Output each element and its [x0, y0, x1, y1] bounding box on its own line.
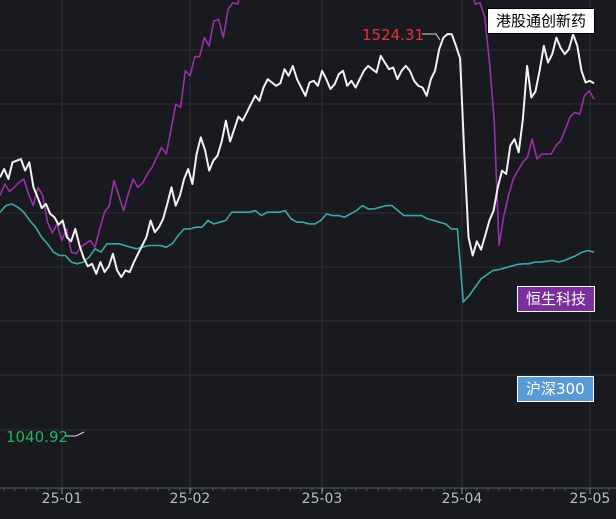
- legend-hang-seng-tech: 恒生科技: [517, 286, 596, 312]
- series-layer: [0, 0, 595, 303]
- x-tick-label: 25-05: [570, 491, 611, 507]
- x-tick-label: 25-02: [170, 491, 211, 507]
- x-axis: 25-01 25-02 25-03 25-04 25-05: [0, 487, 616, 507]
- max-value-leader-line: [422, 33, 441, 41]
- legend-csi300: 沪深300: [517, 376, 594, 402]
- x-tick-label: 25-01: [42, 491, 83, 507]
- x-tick-label: 25-03: [302, 491, 343, 507]
- x-tick-label: 25-04: [442, 491, 483, 507]
- min-value-leader-line: [66, 431, 85, 437]
- chart-canvas: 25-01 25-02 25-03 25-04 25-05: [0, 0, 616, 507]
- min-value-label: 1040.92: [6, 428, 69, 446]
- series-line-csi300: [0, 203, 595, 303]
- max-value-label: 1524.31: [362, 26, 425, 44]
- series-line-hang-seng-tech: [0, 0, 595, 255]
- legend-hk-innovative-drug: 港股通创新药: [487, 8, 596, 34]
